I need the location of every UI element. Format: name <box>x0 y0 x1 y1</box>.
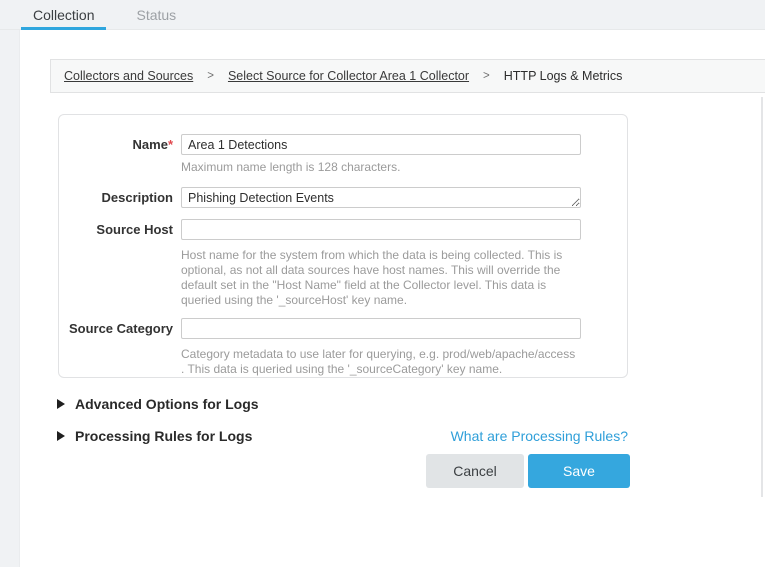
name-field-row: Name* Maximum name length is 128 charact… <box>59 134 627 175</box>
tab-status-label: Status <box>136 7 176 23</box>
tab-status[interactable]: Status <box>124 0 188 29</box>
breadcrumb-separator: > <box>207 70 214 82</box>
advanced-options-label: Advanced Options for Logs <box>75 396 259 412</box>
advanced-options-toggle[interactable]: Advanced Options for Logs <box>57 396 259 412</box>
source-host-help-text: Host name for the system from which the … <box>181 248 581 308</box>
description-input[interactable]: Phishing Detection Events <box>181 187 581 208</box>
source-config-card: Name* Maximum name length is 128 charact… <box>58 114 628 378</box>
active-tab-indicator <box>21 27 106 30</box>
name-help-text: Maximum name length is 128 characters. <box>181 160 581 175</box>
panel-right-border <box>761 97 763 497</box>
processing-rules-label: Processing Rules for Logs <box>75 428 252 444</box>
required-asterisk: * <box>168 137 173 152</box>
name-label: Name* <box>59 134 173 175</box>
collapsed-triangle-icon <box>57 431 65 441</box>
breadcrumb-link-select-source[interactable]: Select Source for Collector Area 1 Colle… <box>228 69 469 83</box>
description-label: Description <box>59 187 173 208</box>
source-host-field-row: Source Host Host name for the system fro… <box>59 219 627 308</box>
source-category-field-row: Source Category Category metadata to use… <box>59 318 627 377</box>
breadcrumb: Collectors and Sources > Select Source f… <box>50 59 765 93</box>
collapsed-triangle-icon <box>57 399 65 409</box>
name-input[interactable] <box>181 134 581 155</box>
content-panel: Collectors and Sources > Select Source f… <box>20 30 765 567</box>
processing-rules-toggle[interactable]: Processing Rules for Logs <box>57 428 252 444</box>
cancel-button[interactable]: Cancel <box>426 454 524 488</box>
source-category-label: Source Category <box>59 318 173 377</box>
tab-bar: Collection Status <box>0 0 765 30</box>
left-gutter <box>0 30 20 567</box>
breadcrumb-current-page: HTTP Logs & Metrics <box>504 69 623 83</box>
source-host-label: Source Host <box>59 219 173 308</box>
tab-collection-label: Collection <box>33 7 94 23</box>
breadcrumb-link-collectors-and-sources[interactable]: Collectors and Sources <box>64 69 193 83</box>
processing-rules-help-link[interactable]: What are Processing Rules? <box>451 428 628 444</box>
source-category-input[interactable] <box>181 318 581 339</box>
source-category-help-text: Category metadata to use later for query… <box>181 347 581 377</box>
save-button[interactable]: Save <box>528 454 630 488</box>
tab-collection[interactable]: Collection <box>21 0 106 29</box>
breadcrumb-separator: > <box>483 70 490 82</box>
description-field-row: Description Phishing Detection Events <box>59 187 627 208</box>
source-host-input[interactable] <box>181 219 581 240</box>
form-actions: Cancel Save <box>426 454 630 488</box>
